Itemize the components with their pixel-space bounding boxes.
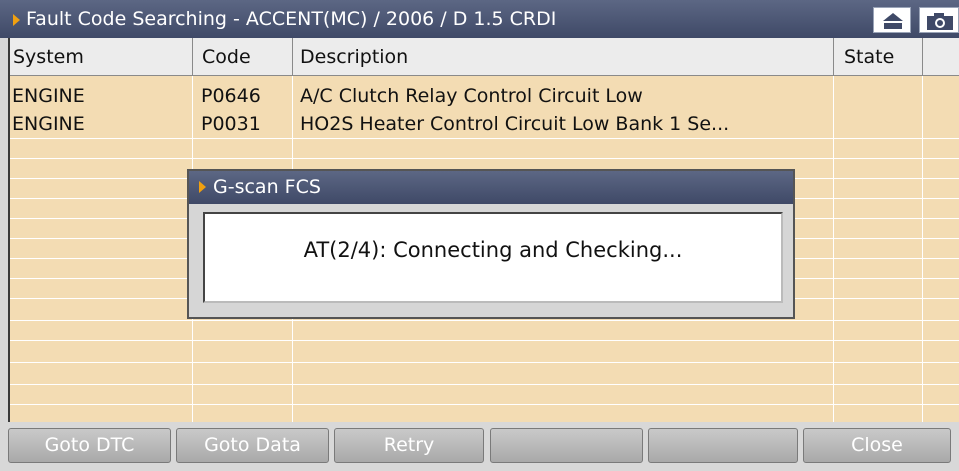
camera-button[interactable] xyxy=(919,7,959,33)
progress-dialog: G-scan FCS AT(2/4): Connecting and Check… xyxy=(187,169,795,319)
column-header-code[interactable]: Code xyxy=(193,38,293,76)
blank-button-1[interactable] xyxy=(490,428,643,463)
row-gridline xyxy=(10,320,959,321)
row-gridline xyxy=(10,158,959,159)
dialog-title-bar: G-scan FCS xyxy=(189,171,793,204)
row-gridline xyxy=(10,340,959,341)
dialog-body: AT(2/4): Connecting and Checking... xyxy=(203,212,783,303)
column-divider xyxy=(833,76,834,422)
cell-description: A/C Clutch Relay Control Circuit Low xyxy=(300,85,643,107)
blank-button-2[interactable] xyxy=(648,428,798,463)
column-header-label: Code xyxy=(202,46,251,68)
row-gridline xyxy=(10,384,959,385)
goto-dtc-button[interactable]: Goto DTC xyxy=(8,428,171,463)
dialog-arrow-icon xyxy=(199,181,206,193)
retry-button[interactable]: Retry xyxy=(334,428,484,463)
column-header-label: System xyxy=(13,46,84,68)
dialog-message: AT(2/4): Connecting and Checking... xyxy=(303,238,683,262)
column-header-state[interactable]: State xyxy=(834,38,923,76)
title-bar: Fault Code Searching - ACCENT(MC) / 2006… xyxy=(0,0,959,38)
column-header-blank xyxy=(923,38,959,76)
camera-icon xyxy=(927,13,953,30)
column-header-system[interactable]: System xyxy=(10,38,193,76)
column-header-description[interactable]: Description xyxy=(293,38,834,76)
cell-system: ENGINE xyxy=(12,85,85,107)
column-divider xyxy=(922,76,923,422)
goto-data-button[interactable]: Goto Data xyxy=(176,428,329,463)
cell-system: ENGINE xyxy=(12,113,85,135)
close-button[interactable]: Close xyxy=(803,428,951,463)
cell-code: P0031 xyxy=(201,113,261,135)
row-gridline xyxy=(10,362,959,363)
column-header-label: Description xyxy=(300,46,409,68)
home-icon xyxy=(883,13,903,29)
row-gridline xyxy=(10,404,959,405)
home-button[interactable] xyxy=(873,7,911,33)
cell-description: HO2S Heater Control Circuit Low Bank 1 S… xyxy=(300,113,730,135)
row-gridline xyxy=(10,138,959,139)
title-arrow-icon xyxy=(13,14,20,26)
window-title: Fault Code Searching - ACCENT(MC) / 2006… xyxy=(26,8,557,30)
column-header-label: State xyxy=(844,46,895,68)
dialog-title: G-scan FCS xyxy=(213,176,321,198)
cell-code: P0646 xyxy=(201,85,261,107)
